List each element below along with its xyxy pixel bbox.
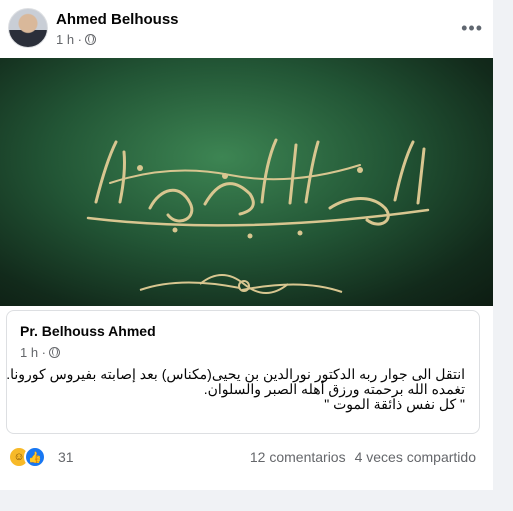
shared-post-line: " كل نفس ذائقة الموت " — [324, 396, 465, 412]
shared-post-time[interactable]: 1 h · — [20, 345, 46, 360]
post-header: Ahmed Belhouss 1 h · ••• — [8, 8, 483, 50]
condolence-banner-image[interactable] — [0, 58, 493, 306]
author-avatar[interactable] — [8, 8, 48, 48]
shares-count[interactable]: 4 veces compartido — [355, 449, 476, 465]
globe-icon — [85, 34, 97, 45]
globe-icon — [49, 347, 61, 358]
post-time[interactable]: 1 h · — [56, 32, 82, 47]
reaction-count[interactable]: 31 — [58, 449, 74, 465]
like-icon: 👍 — [24, 446, 46, 468]
shared-post-author[interactable]: Pr. Belhouss Ahmed — [20, 323, 156, 339]
reactions-summary[interactable]: ☺ 👍 31 — [8, 446, 74, 468]
post-author[interactable]: Ahmed Belhouss — [56, 11, 179, 28]
shared-post-line: انتقل الى جوار ربه الدكتور نورالدين بن ي… — [6, 366, 465, 382]
more-options-button[interactable]: ••• — [461, 18, 483, 39]
engagement-counts: 12 comentarios 4 veces compartido — [250, 449, 476, 465]
shared-post-text: انتقل الى جوار ربه الدكتور نورالدين بن ي… — [6, 366, 465, 412]
post-card: Ahmed Belhouss 1 h · ••• Pr. Belhouss Ah… — [0, 0, 493, 490]
comments-count[interactable]: 12 comentarios — [250, 449, 346, 465]
post-meta: 1 h · — [56, 32, 97, 47]
shared-post-card[interactable]: Pr. Belhouss Ahmed 1 h · انتقل الى جوار … — [6, 310, 480, 434]
shared-post-meta: 1 h · — [20, 345, 61, 360]
calligraphy-graphic — [86, 138, 430, 294]
page-background — [493, 0, 513, 511]
shared-post-line: تغمده الله برحمته ورزق أهله الصبر والسلو… — [203, 381, 465, 397]
